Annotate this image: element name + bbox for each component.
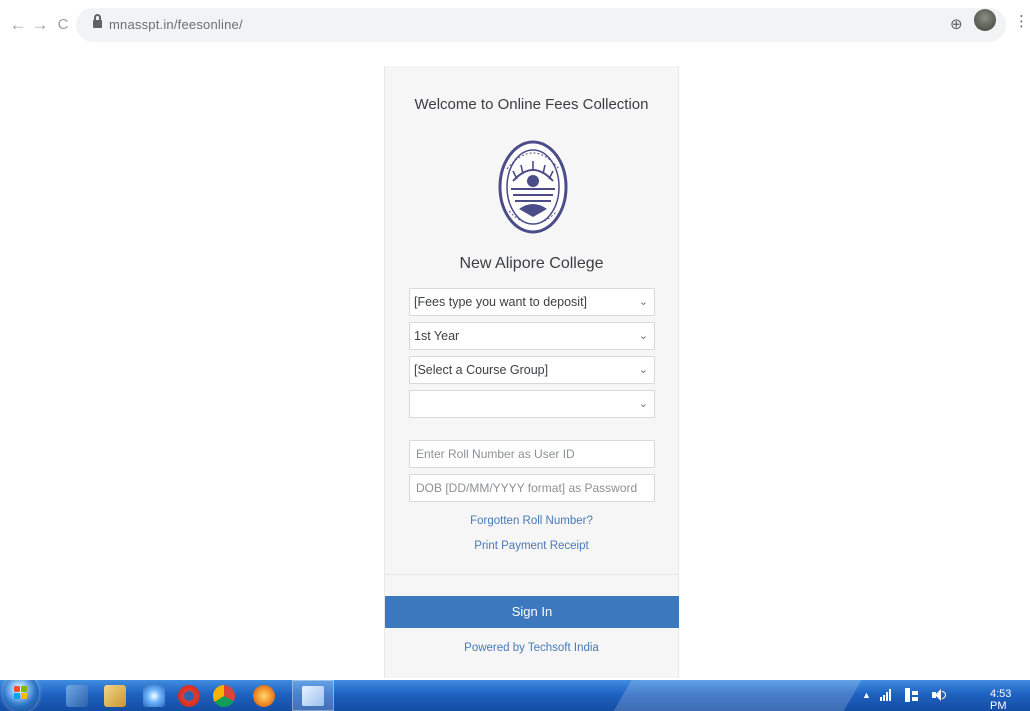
chrome-icon[interactable] <box>213 685 235 707</box>
windows-start-icon[interactable] <box>3 680 39 711</box>
course-group-value: [Select a Course Group] <box>414 363 549 377</box>
fees-type-select[interactable]: [Fees type you want to deposit] ⌄ <box>409 288 655 316</box>
url-text: mnasspt.in/feesonline/ <box>109 17 243 32</box>
tray-expand-icon[interactable]: ▲ <box>862 690 871 700</box>
year-value: 1st Year <box>414 329 460 343</box>
login-panel: Welcome to Online Fees Collection New Al… <box>384 66 679 678</box>
chevron-down-icon: ⌄ <box>638 296 648 308</box>
print-receipt-link[interactable]: Print Payment Receipt <box>385 540 678 552</box>
chevron-down-icon: ⌄ <box>638 398 648 410</box>
profile-avatar-icon[interactable] <box>974 9 996 31</box>
speaker-icon[interactable] <box>932 688 946 702</box>
taskbar: ▲ 4:53 PM <box>0 680 1030 711</box>
password-input[interactable]: DOB [DD/MM/YYYY format] as Password <box>409 474 655 502</box>
firefox-icon[interactable] <box>253 685 275 707</box>
browser-toolbar: ← → C mnasspt.in/feesonline/ ⊕ ☆ ⋮ <box>0 0 1030 50</box>
taskbar-clock[interactable]: 4:53 PM <box>990 688 1030 711</box>
explorer-icon[interactable] <box>66 685 88 707</box>
window-icon <box>302 686 324 706</box>
divider <box>385 574 678 575</box>
opera-icon[interactable] <box>178 685 200 707</box>
welcome-heading: Welcome to Online Fees Collection <box>414 96 649 113</box>
network-icon[interactable] <box>880 689 892 701</box>
chevron-down-icon: ⌄ <box>638 330 648 342</box>
college-seal-logo <box>498 140 568 234</box>
folder-icon[interactable] <box>104 685 126 707</box>
chevron-down-icon: ⌄ <box>638 364 648 376</box>
roll-number-input[interactable]: Enter Roll Number as User ID <box>409 440 655 468</box>
extra-select[interactable]: ⌄ <box>409 390 655 418</box>
forgot-roll-link[interactable]: Forgotten Roll Number? <box>385 515 678 527</box>
ie-browser-icon[interactable] <box>143 685 165 707</box>
active-window-button[interactable] <box>292 680 334 711</box>
year-select[interactable]: 1st Year ⌄ <box>409 322 655 350</box>
college-name: New Alipore College <box>459 255 604 272</box>
course-group-select[interactable]: [Select a Course Group] ⌄ <box>409 356 655 384</box>
powered-by-link[interactable]: Powered by Techsoft India <box>385 642 678 654</box>
forward-arrow-icon[interactable]: → <box>30 15 50 35</box>
zoom-icon[interactable]: ⊕ <box>950 15 963 33</box>
back-arrow-icon[interactable]: ← <box>8 15 28 35</box>
fees-type-value: [Fees type you want to deposit] <box>414 295 588 309</box>
reload-icon[interactable]: C <box>53 15 73 35</box>
action-center-icon[interactable] <box>905 688 919 702</box>
address-bar[interactable]: mnasspt.in/feesonline/ ⊕ ☆ <box>76 8 1006 42</box>
sign-in-button[interactable]: Sign In <box>385 596 679 628</box>
browser-menu-icon[interactable]: ⋮ <box>1014 14 1029 29</box>
lock-icon <box>93 14 102 29</box>
